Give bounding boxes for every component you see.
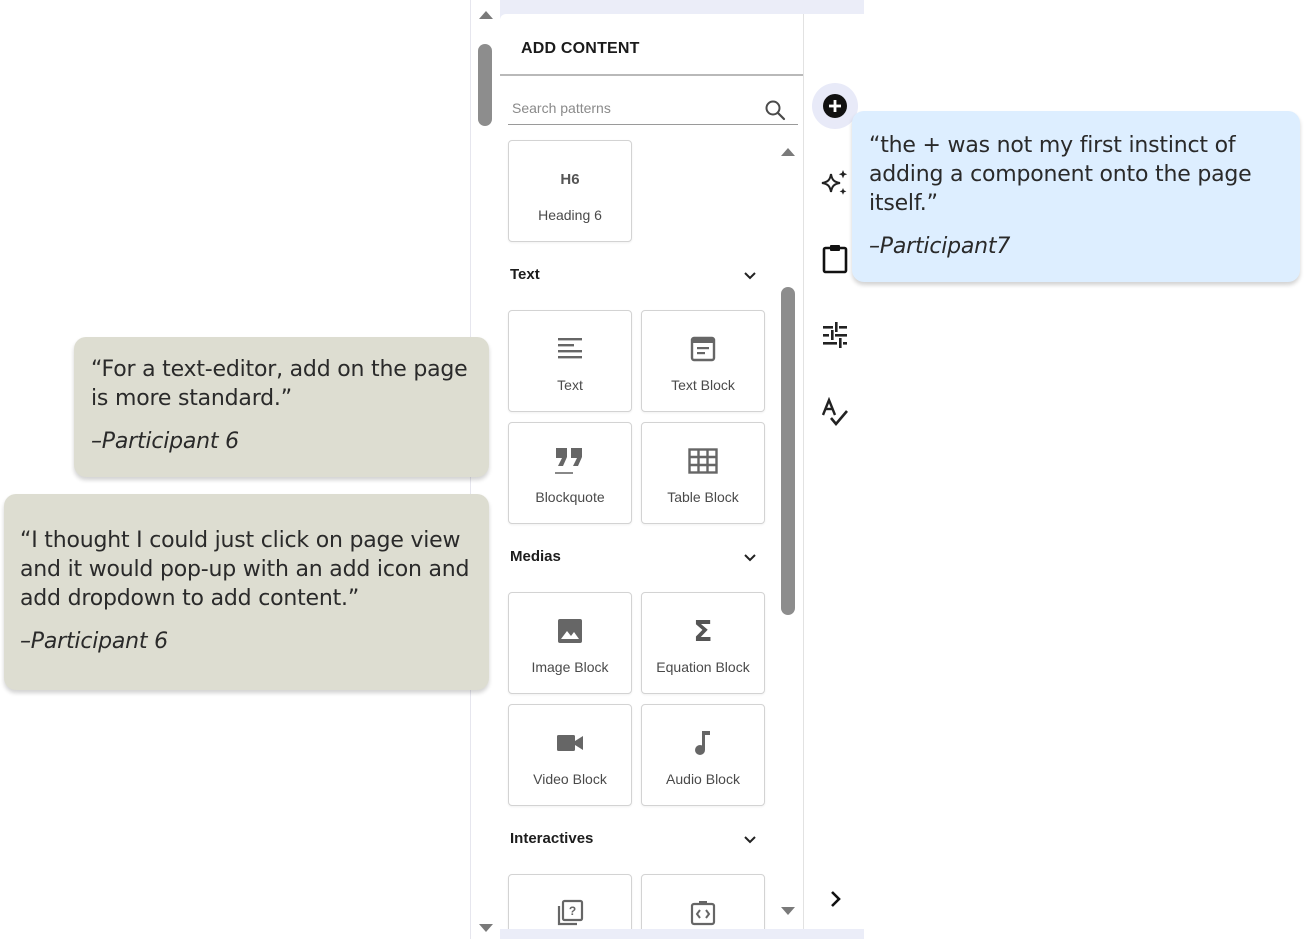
add-icon [823,94,847,118]
quote-card-participant7: “the + was not my first instinct of addi… [852,111,1300,282]
add-content-panel: ADD CONTENT H6 Heading 6 Text Text [500,14,804,929]
panel-scrollbar[interactable] [779,140,797,930]
quiz-icon: ? [554,897,586,929]
tune-icon [823,322,847,348]
scroll-down-arrow[interactable] [781,907,795,915]
quote-attribution: –Participant7 [869,234,1011,259]
tile-label: Video Block [533,771,607,787]
section-interactives-header[interactable]: Interactives [510,830,593,847]
panel-title: ADD CONTENT [521,40,640,57]
interactive-question-tile[interactable]: ? [508,874,632,929]
quote-attribution: –Participant 6 [91,429,239,454]
quote-card-participant6-a: “For a text-editor, add on the page is m… [74,337,489,477]
expand-button[interactable] [818,882,852,916]
tile-label: Equation Block [656,659,750,675]
svg-text:?: ? [569,904,576,918]
sparkle-icon [821,170,848,195]
tile-label: Audio Block [666,771,740,787]
image-block-tile[interactable]: Image Block [508,592,632,694]
music-note-icon [687,727,719,759]
quote-attribution: –Participant 6 [20,629,168,654]
tile-label: Heading 6 [538,207,602,223]
spellcheck-button[interactable] [818,395,852,429]
tile-label: Blockquote [535,489,605,505]
scroll-down-arrow[interactable] [479,924,493,932]
tile-label: Table Block [667,489,739,505]
ai-assist-button[interactable] [818,166,852,200]
image-icon [554,615,586,647]
tile-label: Text [557,377,583,393]
blockquote-icon [554,445,586,477]
text-block-icon [687,333,719,365]
code-embed-icon [687,897,719,929]
video-block-tile[interactable]: Video Block [508,704,632,806]
clipboard-icon [822,245,848,274]
video-camera-icon [554,727,586,759]
scroll-up-arrow[interactable] [479,11,493,19]
quote-text: “the + was not my first instinct of addi… [869,133,1252,216]
text-icon [554,333,586,365]
tile-label: Image Block [531,659,609,675]
heading-6-icon: H6 [560,170,580,188]
tile-label: Text Block [671,377,735,393]
text-tile[interactable]: Text [508,310,632,412]
table-icon [687,445,719,477]
chevron-right-icon [831,891,841,907]
search-input[interactable] [508,92,798,125]
section-medias-header[interactable]: Medias [510,548,561,565]
search-icon[interactable] [763,98,787,122]
chevron-down-icon[interactable] [742,268,758,284]
heading-6-tile[interactable]: H6 Heading 6 [508,140,632,242]
quote-card-participant6-b: “I thought I could just click on page vi… [4,494,489,690]
settings-button[interactable] [818,318,852,352]
section-text-header[interactable]: Text [510,266,540,283]
sigma-icon: Σ [693,614,713,648]
scroll-up-arrow[interactable] [781,148,795,156]
divider [500,74,803,76]
table-block-tile[interactable]: Table Block [641,422,765,524]
quote-text: “I thought I could just click on page vi… [20,528,470,611]
scroll-thumb[interactable] [478,44,492,126]
clipboard-button[interactable] [818,242,852,276]
text-block-tile[interactable]: Text Block [641,310,765,412]
audio-block-tile[interactable]: Audio Block [641,704,765,806]
chevron-down-icon[interactable] [742,832,758,848]
scroll-thumb[interactable] [781,287,795,615]
equation-block-tile[interactable]: Σ Equation Block [641,592,765,694]
chevron-down-icon[interactable] [742,550,758,566]
quote-text: “For a text-editor, add on the page is m… [91,357,468,411]
spellcheck-icon [821,397,848,427]
blockquote-tile[interactable]: Blockquote [508,422,632,524]
interactive-embed-tile[interactable] [641,874,765,929]
